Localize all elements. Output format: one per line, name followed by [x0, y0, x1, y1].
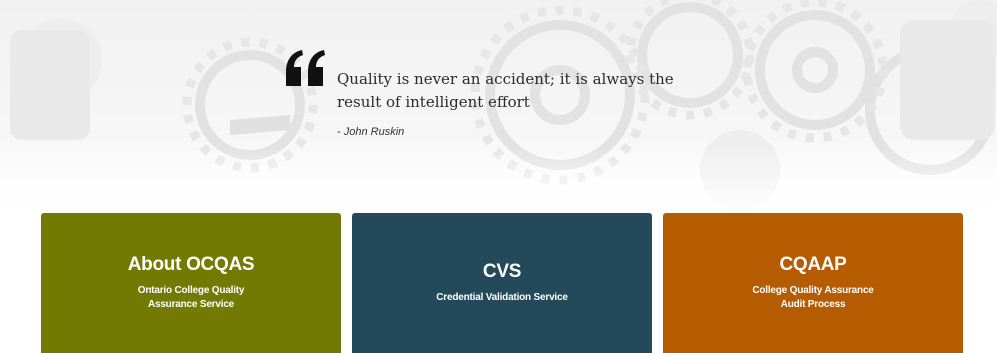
card-content: CQAAP College Quality Assurance Audit Pr…: [663, 254, 963, 312]
card-title: CVS: [482, 261, 522, 282]
card-title: CQAAP: [779, 254, 847, 275]
quote-icon: [286, 50, 325, 86]
card-subtitle: College Quality Assurance Audit Process: [752, 285, 874, 310]
service-cards: About OCQAS Ontario College Quality Assu…: [41, 213, 963, 353]
card-cqaap[interactable]: CQAAP College Quality Assurance Audit Pr…: [663, 213, 963, 353]
quote-author: - John Ruskin: [337, 126, 405, 138]
card-subtitle: Ontario College Quality Assurance Servic…: [137, 285, 245, 310]
card-cvs[interactable]: CVS Credential Validation Service: [352, 213, 652, 353]
card-subtitle: Credential Validation Service: [436, 292, 568, 303]
page: Quality is never an accident; it is alwa…: [0, 0, 997, 353]
card-about-ocqas[interactable]: About OCQAS Ontario College Quality Assu…: [41, 213, 341, 353]
hero-fade: [0, 145, 997, 215]
card-content: About OCQAS Ontario College Quality Assu…: [41, 254, 341, 312]
quote-text: Quality is never an accident; it is alwa…: [337, 70, 674, 111]
card-title: About OCQAS: [127, 254, 255, 275]
hero-banner: Quality is never an accident; it is alwa…: [0, 0, 997, 215]
card-content: CVS Credential Validation Service: [352, 261, 652, 305]
